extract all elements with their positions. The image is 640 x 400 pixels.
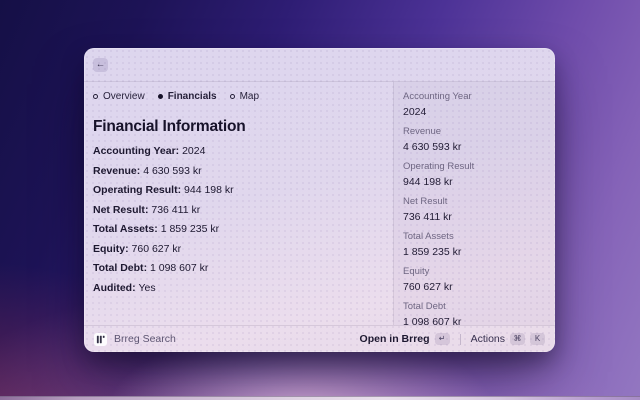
financial-row-label: Total Assets: [93, 223, 161, 235]
financial-row-label: Total Debt: [93, 262, 150, 274]
metadata-value: 1 098 607 kr: [403, 316, 545, 325]
background-window-edge: [0, 396, 640, 400]
financial-row-value: 760 627 kr: [132, 243, 182, 255]
app-window: ← Overview Financials Map Financial Info…: [84, 48, 555, 352]
metadata-value: 760 627 kr: [403, 281, 545, 293]
metadata-label: Revenue: [403, 126, 545, 137]
actions-label: Actions: [471, 333, 505, 345]
command-icon: ⌘: [514, 335, 522, 343]
financial-row-value: 1 859 235 kr: [161, 223, 219, 235]
k-key-badge: K: [530, 333, 545, 345]
window-body: Overview Financials Map Financial Inform…: [84, 82, 555, 325]
tab-label: Map: [240, 91, 259, 102]
financial-row-label: Accounting Year: [93, 145, 182, 157]
metadata-item: Total Assets 1 859 235 kr: [403, 231, 545, 258]
radio-unselected-icon: [93, 94, 98, 99]
tab-label: Financials: [168, 91, 217, 102]
metadata-sidebar: Accounting Year 2024 Revenue 4 630 593 k…: [394, 82, 555, 325]
metadata-item: Equity 760 627 kr: [403, 266, 545, 293]
footer-divider: [460, 334, 461, 345]
actions-button[interactable]: Actions ⌘ K: [471, 333, 545, 345]
financial-row-label: Equity: [93, 243, 132, 255]
financial-row: Equity760 627 kr: [93, 243, 381, 256]
back-button[interactable]: ←: [93, 58, 108, 72]
cmd-key-badge: ⌘: [510, 333, 525, 345]
k-key-label: K: [535, 335, 540, 343]
main-content: Overview Financials Map Financial Inform…: [84, 82, 393, 325]
metadata-item: Revenue 4 630 593 kr: [403, 126, 545, 153]
page-title: Financial Information: [93, 118, 381, 136]
financial-row-label: Net Result: [93, 204, 151, 216]
radio-selected-icon: [158, 94, 163, 99]
metadata-item: Net Result 736 411 kr: [403, 196, 545, 223]
metadata-label: Total Assets: [403, 231, 545, 242]
financial-row: Operating Result944 198 kr: [93, 184, 381, 197]
metadata-label: Net Result: [403, 196, 545, 207]
metadata-label: Accounting Year: [403, 91, 545, 102]
financial-row: AuditedYes: [93, 282, 381, 295]
metadata-item: Total Debt 1 098 607 kr: [403, 301, 545, 325]
metadata-value: 4 630 593 kr: [403, 141, 545, 153]
financial-rows: Accounting Year2024 Revenue4 630 593 kr …: [93, 145, 381, 295]
financial-row-label: Revenue: [93, 165, 143, 177]
tab-bar: Overview Financials Map: [93, 91, 381, 102]
financial-row: Accounting Year2024: [93, 145, 381, 158]
footer-bar: Brreg Search Open in Brreg ↵ Actions ⌘ K: [84, 325, 555, 352]
metadata-label: Operating Result: [403, 161, 545, 172]
radio-unselected-icon: [230, 94, 235, 99]
financial-row-value: 4 630 593 kr: [143, 165, 201, 177]
financial-row-value: 944 198 kr: [184, 184, 234, 196]
extension-name: Brreg Search: [114, 333, 176, 345]
brreg-logo-icon: [94, 333, 107, 346]
enter-key-badge: ↵: [435, 333, 450, 345]
tab-overview[interactable]: Overview: [93, 91, 145, 102]
financial-row: Total Assets1 859 235 kr: [93, 223, 381, 236]
metadata-label: Equity: [403, 266, 545, 277]
financial-row-label: Operating Result: [93, 184, 184, 196]
metadata-value: 1 859 235 kr: [403, 246, 545, 258]
financial-row: Revenue4 630 593 kr: [93, 165, 381, 178]
metadata-label: Total Debt: [403, 301, 545, 312]
return-icon: ↵: [439, 335, 446, 343]
tab-map[interactable]: Map: [230, 91, 259, 102]
metadata-item: Operating Result 944 198 kr: [403, 161, 545, 188]
metadata-value: 736 411 kr: [403, 211, 545, 223]
financial-row-label: Audited: [93, 282, 139, 294]
metadata-value: 944 198 kr: [403, 176, 545, 188]
open-in-brreg-button[interactable]: Open in Brreg ↵: [360, 333, 450, 345]
financial-row: Total Debt1 098 607 kr: [93, 262, 381, 275]
back-arrow-icon: ←: [96, 60, 106, 70]
window-header: ←: [84, 48, 555, 82]
open-in-brreg-label: Open in Brreg: [360, 333, 430, 345]
financial-row: Net Result736 411 kr: [93, 204, 381, 217]
tab-label: Overview: [103, 91, 145, 102]
tab-financials[interactable]: Financials: [158, 91, 217, 102]
metadata-item: Accounting Year 2024: [403, 91, 545, 118]
financial-row-value: Yes: [139, 282, 156, 294]
metadata-value: 2024: [403, 106, 545, 118]
financial-row-value: 1 098 607 kr: [150, 262, 208, 274]
financial-row-value: 736 411 kr: [151, 204, 200, 216]
financial-row-value: 2024: [182, 145, 205, 157]
